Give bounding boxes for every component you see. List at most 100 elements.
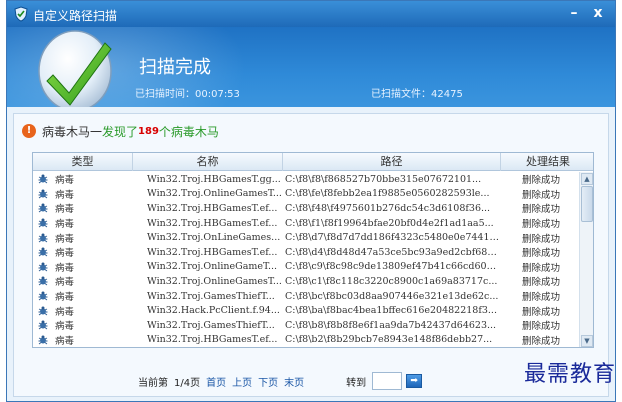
table-row[interactable]: 病毒 Win32.Troj.HBGamesT.ef... C:\f8\b2\f8b2… <box>33 333 581 347</box>
current-page-label: 当前第 <box>138 377 168 389</box>
elapsed-time: 已扫描时间：00:07:53 <box>135 89 240 100</box>
table-body: 病毒 Win32.Troj.HBGamesT.gg... C:\f8\f8\f868… <box>33 172 581 347</box>
row-type-label: 病毒 <box>55 262 75 274</box>
row-result: 删除成功 <box>521 335 560 347</box>
table-row[interactable]: 病毒 Win32.Troj.HBGamesT.ef... C:\f8\f48\f49… <box>33 201 581 216</box>
column-path[interactable]: 路径 <box>283 153 501 171</box>
window-title: 自定义路径扫描 <box>33 9 118 23</box>
last-page-link[interactable]: 末页 <box>284 374 304 389</box>
column-type[interactable]: 类型 <box>33 153 133 171</box>
row-threat-name: Win32.Troj.HBGamesT.ef... <box>147 217 278 229</box>
row-result: 删除成功 <box>521 189 560 201</box>
pagination: 当前第 1/4页 首页 上页 下页 末页 转到 ➡ <box>138 372 423 390</box>
scanned-files: 已扫描文件：42475 <box>371 89 463 100</box>
row-type: 病毒 <box>33 231 133 245</box>
row-type: 病毒 <box>33 289 133 303</box>
goto-page-input[interactable] <box>372 372 403 390</box>
row-result: 删除成功 <box>521 175 560 187</box>
summary-found-suffix: 个病毒木马 <box>158 124 219 139</box>
row-threat-name: Win32.Troj.GamesThiefT... <box>147 319 275 331</box>
virus-bug-icon <box>38 233 48 243</box>
table-row[interactable]: 病毒 Win32.Troj.HBGamesT.ef... C:\f8\f1\f8f1… <box>33 216 581 231</box>
threat-summary: ! 病毒木马一 发现了 189 个病毒木马 <box>22 122 219 140</box>
vertical-scrollbar[interactable]: ▲ ▼ <box>579 172 593 347</box>
row-result: 删除成功 <box>521 306 560 318</box>
column-name[interactable]: 名称 <box>133 153 283 171</box>
row-file-path: C:\f8\f1\f8f19964bfae20bf0d4e2f1ad1aa5..… <box>285 217 494 229</box>
row-type-label: 病毒 <box>55 175 75 187</box>
row-file-path: C:\f8\f48\f4975601b276dc54c3d6108f36... <box>285 202 491 214</box>
row-threat-name: Win32.Hack.PcClient.f.94... <box>147 305 280 317</box>
warning-icon: ! <box>22 124 36 138</box>
row-threat-name: Win32.Troj.HBGamesT.ef... <box>147 334 278 346</box>
row-result: 删除成功 <box>521 321 560 333</box>
close-button[interactable]: x <box>587 3 609 23</box>
row-type: 病毒 <box>33 216 133 230</box>
title-bar: 自定义路径扫描 – x <box>7 1 615 27</box>
column-result[interactable]: 处理结果 <box>501 153 593 171</box>
results-panel: ! 病毒木马一 发现了 189 个病毒木马 类型 名称 路径 处理结果 病毒 Wi… <box>13 113 609 397</box>
virus-bug-icon <box>38 247 48 257</box>
first-page-link[interactable]: 首页 <box>206 374 226 389</box>
row-threat-name: Win32.Troj.OnLineGames... <box>147 232 281 244</box>
result-header: 扫描完成 已扫描时间：00:07:53 已扫描文件：42475 <box>7 27 615 107</box>
table-row[interactable]: 病毒 Win32.Troj.OnlineGamesT... C:\f8\c1\f8c… <box>33 274 581 289</box>
row-type-label: 病毒 <box>55 306 75 318</box>
table-row[interactable]: 病毒 Win32.Troj.OnlineGameT... C:\f8\c9\f8c9… <box>33 260 581 275</box>
table-row[interactable]: 病毒 Win32.Hack.PcClient.f.94... C:\f8\ba\f8… <box>33 303 581 318</box>
watermark-text: 最需教育 <box>523 362 616 387</box>
row-threat-name: Win32.Troj.HBGamesT.ef... <box>147 246 278 258</box>
goto-arrow-icon[interactable]: ➡ <box>406 374 423 388</box>
virus-bug-icon <box>38 174 48 184</box>
row-threat-name: Win32.Troj.OnlineGamesT... <box>147 275 282 287</box>
virus-bug-icon <box>38 203 48 213</box>
table-row[interactable]: 病毒 Win32.Troj.HBGamesT.gg... C:\f8\f8\f868… <box>33 172 581 187</box>
scan-complete-title: 扫描完成 <box>139 57 211 78</box>
row-type: 病毒 <box>33 187 133 201</box>
row-result: 删除成功 <box>521 292 560 304</box>
row-threat-name: Win32.Troj.GamesThiefT... <box>147 290 275 302</box>
row-threat-name: Win32.Troj.OnlineGamesT... <box>147 188 282 200</box>
virus-bug-icon <box>38 306 48 316</box>
next-page-link[interactable]: 下页 <box>258 374 278 389</box>
row-threat-name: Win32.Troj.HBGamesT.ef... <box>147 202 278 214</box>
row-result: 删除成功 <box>521 262 560 274</box>
row-type: 病毒 <box>33 260 133 274</box>
row-type-label: 病毒 <box>55 219 75 231</box>
minimize-button[interactable]: – <box>563 3 585 23</box>
row-file-path: C:\f8\b8\f8b8f8e6f1aa9da7b42437d64623... <box>285 319 497 331</box>
row-type-label: 病毒 <box>55 277 75 289</box>
table-row[interactable]: 病毒 Win32.Troj.OnlineGamesT... C:\f8\fe\f8f… <box>33 187 581 202</box>
row-result: 删除成功 <box>521 219 560 231</box>
row-type-label: 病毒 <box>55 248 75 260</box>
row-type-label: 病毒 <box>55 321 75 333</box>
row-type: 病毒 <box>33 318 133 332</box>
scroll-thumb[interactable] <box>581 186 593 222</box>
prev-page-link[interactable]: 上页 <box>232 374 252 389</box>
row-type: 病毒 <box>33 201 133 215</box>
row-file-path: C:\f8\b2\f8b29bcb7e8943e148f86debb27... <box>285 334 493 346</box>
row-result: 删除成功 <box>521 277 560 289</box>
row-type-label: 病毒 <box>55 204 75 216</box>
results-table: 类型 名称 路径 处理结果 病毒 Win32.Troj.HBGamesT.gg..… <box>32 152 594 348</box>
table-row[interactable]: 病毒 Win32.Troj.GamesThiefT... C:\f8\b8\f8b8… <box>33 318 581 333</box>
scan-window: 自定义路径扫描 – x 扫描完成 已扫描时间：00:07:53 已扫描文件：42… <box>6 0 616 402</box>
table-row[interactable]: 病毒 Win32.Troj.OnLineGames... C:\f8\d7\f8d7… <box>33 230 581 245</box>
row-file-path: C:\f8\ba\f8bac4bea1bffec616e20482218f3..… <box>285 305 497 317</box>
row-type-label: 病毒 <box>55 335 75 347</box>
scroll-down-arrow-icon[interactable]: ▼ <box>581 335 593 347</box>
scroll-up-arrow-icon[interactable]: ▲ <box>581 173 593 185</box>
table-row[interactable]: 病毒 Win32.Troj.HBGamesT.ef... C:\f8\d4\f8d4… <box>33 245 581 260</box>
page-indicator: 1/4页 <box>174 377 201 389</box>
row-threat-name: Win32.Troj.OnlineGameT... <box>147 261 278 273</box>
virus-bug-icon <box>38 218 48 228</box>
row-type: 病毒 <box>33 274 133 288</box>
row-threat-name: Win32.Troj.HBGamesT.gg... <box>147 173 281 185</box>
row-result: 删除成功 <box>521 248 560 260</box>
table-row[interactable]: 病毒 Win32.Troj.GamesThiefT... C:\f8\bc\f8bc… <box>33 289 581 304</box>
shield-app-icon <box>14 6 28 22</box>
virus-bug-icon <box>38 291 48 301</box>
virus-bug-icon <box>38 335 48 345</box>
table-header: 类型 名称 路径 处理结果 <box>33 153 593 171</box>
virus-bug-icon <box>38 320 48 330</box>
